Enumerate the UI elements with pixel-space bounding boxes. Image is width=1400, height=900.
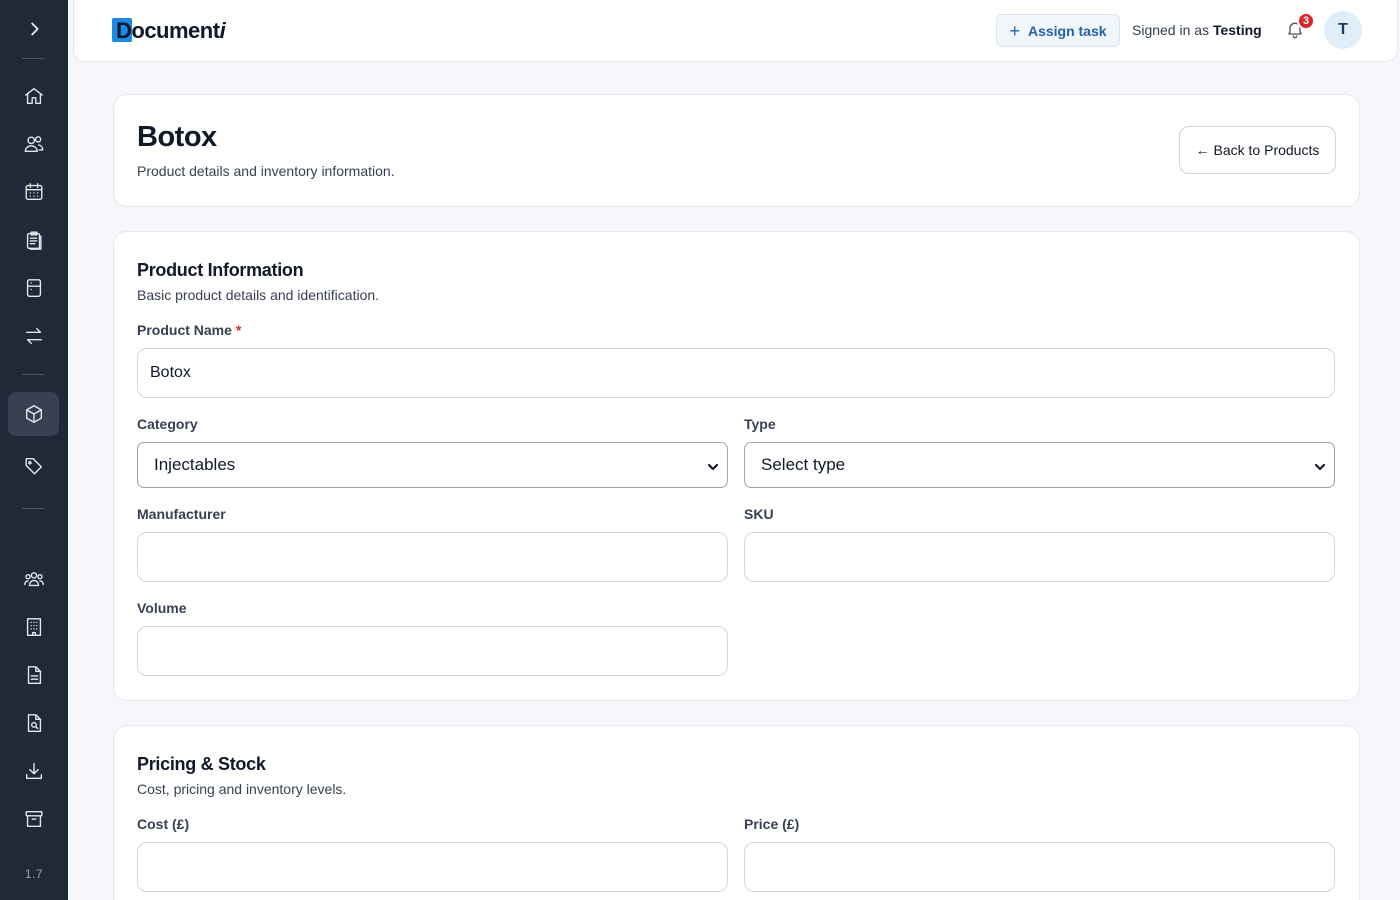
sidebar: 1.7 [0,0,68,900]
chevron-down-icon [1314,458,1326,471]
sidebar-item-tags[interactable] [8,444,59,488]
sidebar-divider [22,58,44,59]
box-icon [25,405,42,423]
signed-in-status: Signed in as Testing [1132,22,1262,38]
user-avatar[interactable]: T [1324,11,1362,49]
manufacturer-label: Manufacturer [137,506,226,522]
top-bar: Documenti + Assign task Signed in as Tes… [73,0,1398,62]
sku-input[interactable] [744,532,1335,582]
notification-badge: 3 [1297,12,1315,30]
category-select[interactable]: Injectables [137,442,728,488]
plus-icon: + [1009,20,1020,41]
sidebar-divider [22,374,44,375]
product-name-label: Product Name * [137,322,242,338]
category-selected-value: Injectables [154,455,236,474]
sidebar-item-clients[interactable] [8,122,59,166]
pricing-stock-card: Pricing & Stock Cost, pricing and invent… [113,725,1360,900]
download-icon [25,762,42,780]
file-text-icon [27,666,41,684]
tag-icon [25,457,42,475]
cabinet-icon [26,279,41,297]
category-label: Category [137,416,198,432]
expand-sidebar-button[interactable] [8,7,59,51]
page-title: Botox [137,121,217,153]
home-icon [24,87,43,105]
section-title: Pricing & Stock [137,754,266,774]
sidebar-item-downloads[interactable] [8,749,59,793]
product-name-input[interactable]: Botox [137,348,1335,398]
signed-in-user: Testing [1212,22,1262,38]
sidebar-item-search-docs[interactable] [8,701,59,745]
section-subtitle: Cost, pricing and inventory levels. [137,781,347,797]
chevron-down-icon [707,458,719,471]
type-selected-value: Select type [761,455,846,474]
sku-label: SKU [744,506,774,522]
sidebar-item-documents[interactable] [8,218,59,262]
type-label: Type [744,416,776,432]
arrows-icon [25,327,42,345]
cost-input[interactable] [137,842,728,892]
sidebar-item-calendar[interactable] [8,170,59,214]
manufacturer-input[interactable] [137,532,728,582]
sidebar-item-clinics[interactable] [8,605,59,649]
sidebar-item-records[interactable] [8,266,59,310]
chevron-right-icon [30,22,39,36]
sidebar-item-transfers[interactable] [8,314,59,358]
volume-input[interactable] [137,626,728,676]
assign-task-button[interactable]: + Assign task [996,14,1120,47]
assign-task-label: Assign task [1027,22,1107,39]
sidebar-item-archive[interactable] [8,797,59,841]
product-information-card: Product Information Basic product detail… [113,231,1360,701]
logo-text: Documenti [116,18,226,43]
type-select[interactable]: Select type [744,442,1335,488]
users-icon [24,136,43,153]
page-header-card: Botox Product details and inventory info… [113,94,1360,207]
price-label: Price (£) [744,816,800,832]
volume-label: Volume [137,600,187,616]
group-icon [23,572,44,587]
sidebar-divider [22,508,44,509]
calendar-icon [25,183,42,201]
building-icon [26,618,41,636]
sidebar-item-products[interactable] [8,392,59,436]
app-version: 1.7 [24,867,44,881]
file-search-icon [27,714,41,732]
section-subtitle: Basic product details and identification… [137,287,380,303]
sidebar-item-team[interactable] [8,557,59,601]
clipboard-icon [26,231,42,250]
sidebar-item-forms[interactable] [8,653,59,697]
app-logo[interactable]: Documenti [112,18,226,44]
cost-label: Cost (£) [137,816,190,832]
page-subtitle: Product details and inventory informatio… [137,163,395,179]
sidebar-item-home[interactable] [8,74,59,118]
section-title: Product Information [137,260,304,280]
required-marker: * [235,322,242,338]
back-to-products-button[interactable]: ← Back to Products [1179,126,1336,174]
archive-icon [25,810,42,828]
price-input[interactable] [744,842,1335,892]
